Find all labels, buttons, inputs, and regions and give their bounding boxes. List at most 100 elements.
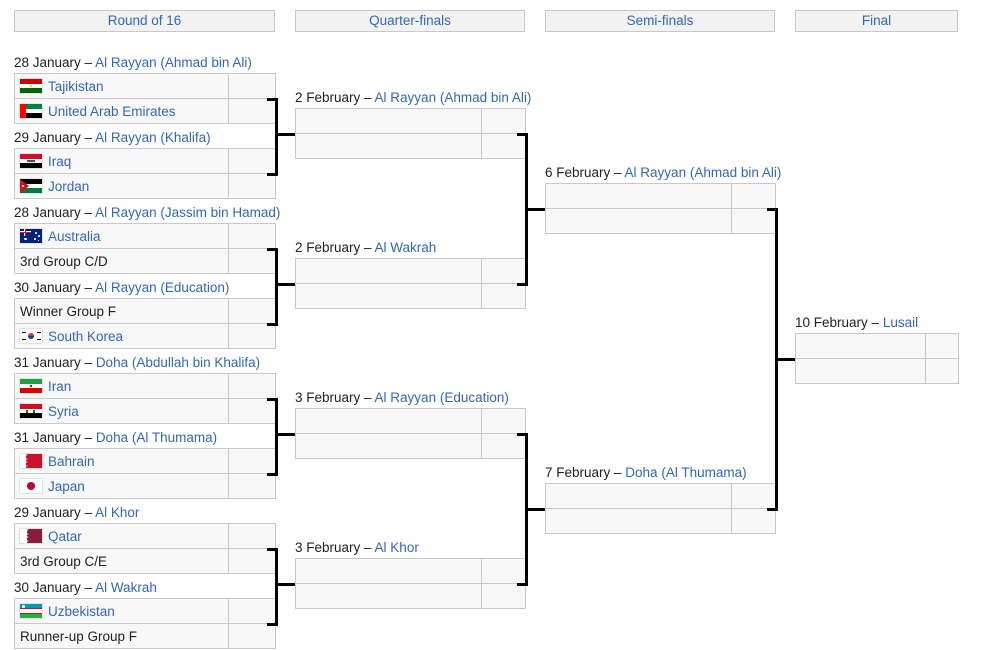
table-row: [295, 433, 526, 459]
match-label: 30 January – Al Rayyan (Education): [14, 280, 229, 296]
round-header-final[interactable]: Final: [795, 10, 958, 32]
match-venue-link[interactable]: Doha (Abdullah bin Khalifa): [96, 355, 260, 370]
match-venue-link[interactable]: Lusail: [883, 315, 918, 330]
match-date: 30 January: [14, 280, 81, 295]
match-date: 28 January: [14, 55, 81, 70]
match-date: 2 February: [295, 90, 361, 105]
score-cell: [925, 358, 959, 384]
match-date: 10 February: [795, 315, 868, 330]
match-date: 3 February: [295, 540, 361, 555]
flag-icon-united-arab-emirates: [20, 104, 42, 118]
score-cell: [731, 183, 776, 209]
team-cell: [295, 108, 482, 134]
team-name-link[interactable]: Bahrain: [48, 450, 95, 473]
match-table: [295, 108, 526, 159]
table-row: Syria: [14, 398, 276, 424]
team-name-link[interactable]: United Arab Emirates: [48, 100, 176, 123]
match-venue-link[interactable]: Al Rayyan (Education): [375, 390, 509, 405]
match-table: Iraq Jordan: [14, 148, 276, 199]
team-cell: Australia: [14, 223, 229, 249]
team-cell: [795, 333, 926, 359]
connector-horizontal: [275, 433, 295, 436]
match-venue-link[interactable]: Al Rayyan (Ahmad bin Ali): [95, 55, 252, 70]
team-name-link[interactable]: Jordan: [48, 175, 89, 198]
connector-horizontal: [525, 508, 545, 511]
table-row: [795, 358, 959, 384]
team-cell: Japan: [14, 473, 229, 499]
match-label: 3 February – Al Rayyan (Education): [295, 390, 509, 406]
match-table: Iran Syria: [14, 373, 276, 424]
match-table: [295, 408, 526, 459]
tournament-bracket: Round of 16 Quarter-finals Semi-finals Fina…: [0, 0, 1000, 650]
match-venue-link[interactable]: Al Rayyan (Ahmad bin Ali): [375, 90, 532, 105]
label-dash: –: [360, 390, 375, 405]
label-dash: –: [80, 505, 96, 520]
team-cell: Qatar: [14, 523, 229, 549]
table-row: 3rd Group C/E: [14, 548, 276, 574]
label-dash: –: [80, 55, 96, 70]
match-table: Bahrain Japan: [14, 448, 276, 499]
match-venue-link[interactable]: Al Khor: [375, 540, 419, 555]
flag-icon-iraq: [20, 154, 42, 168]
score-cell: [481, 433, 526, 459]
team-name-link[interactable]: Tajikistan: [48, 75, 104, 98]
label-dash: –: [610, 165, 625, 180]
team-cell: South Korea: [14, 323, 229, 349]
connector-stub-top: [267, 248, 275, 251]
match-label: 28 January – Al Rayyan (Jassim bin Hamad…: [14, 205, 280, 221]
flag-icon-tajikistan: [20, 79, 42, 93]
team-name-link[interactable]: Syria: [48, 400, 79, 423]
team-name-link[interactable]: Iran: [48, 375, 71, 398]
label-dash: –: [80, 580, 96, 595]
match-date: 29 January: [14, 505, 81, 520]
team-cell: 3rd Group C/D: [14, 248, 229, 274]
match-date: 7 February: [545, 465, 611, 480]
match-venue-link[interactable]: Doha (Al Thumama): [625, 465, 746, 480]
match-venue-link[interactable]: Al Wakrah: [95, 580, 157, 595]
match-date: 3 February: [295, 390, 361, 405]
team-name-link[interactable]: Australia: [48, 225, 101, 248]
team-name-link[interactable]: Qatar: [48, 525, 82, 548]
score-cell: [481, 258, 526, 284]
team-name-link[interactable]: South Korea: [48, 325, 123, 348]
match-venue-link[interactable]: Al Rayyan (Ahmad bin Ali): [625, 165, 782, 180]
team-name-link[interactable]: Iraq: [48, 150, 71, 173]
table-row: Iraq: [14, 148, 276, 174]
flag-icon-bahrain: [20, 454, 42, 468]
score-cell: [481, 133, 526, 159]
score-cell: [228, 323, 276, 349]
table-row: South Korea: [14, 323, 276, 349]
table-row: [545, 208, 776, 234]
team-cell: Winner Group F: [14, 298, 229, 324]
round-header-semi-finals[interactable]: Semi-finals: [545, 10, 775, 32]
match-date: 6 February: [545, 165, 611, 180]
score-cell: [228, 473, 276, 499]
score-cell: [228, 398, 276, 424]
flag-icon-south-korea: [20, 329, 42, 343]
match-venue-link[interactable]: Al Rayyan (Khalifa): [95, 130, 211, 145]
table-row: [295, 258, 526, 284]
score-cell: [228, 548, 276, 574]
match-venue-link[interactable]: Al Wakrah: [375, 240, 437, 255]
team-cell: Tajikistan: [14, 73, 229, 99]
table-row: [795, 333, 959, 359]
team-name-link[interactable]: Japan: [48, 475, 85, 498]
match-venue-link[interactable]: Doha (Al Thumama): [96, 430, 217, 445]
table-row: [295, 133, 526, 159]
table-row: Jordan: [14, 173, 276, 199]
round-header-quarter-finals[interactable]: Quarter-finals: [295, 10, 525, 32]
table-row: Uzbekistan: [14, 598, 276, 624]
table-row: Australia: [14, 223, 276, 249]
team-cell: Bahrain: [14, 448, 229, 474]
match-venue-link[interactable]: Al Khor: [95, 505, 139, 520]
team-name-link[interactable]: Uzbekistan: [48, 600, 115, 623]
match-venue-link[interactable]: Al Rayyan (Education): [95, 280, 229, 295]
team-cell: Iraq: [14, 148, 229, 174]
match-table: [295, 258, 526, 309]
score-cell: [925, 333, 959, 359]
score-cell: [228, 223, 276, 249]
match-table: Tajikistan United Arab Emirates: [14, 73, 276, 124]
match-venue-link[interactable]: Al Rayyan (Jassim bin Hamad): [95, 205, 280, 220]
round-header-round-of-16[interactable]: Round of 16: [14, 10, 275, 32]
score-cell: [228, 523, 276, 549]
